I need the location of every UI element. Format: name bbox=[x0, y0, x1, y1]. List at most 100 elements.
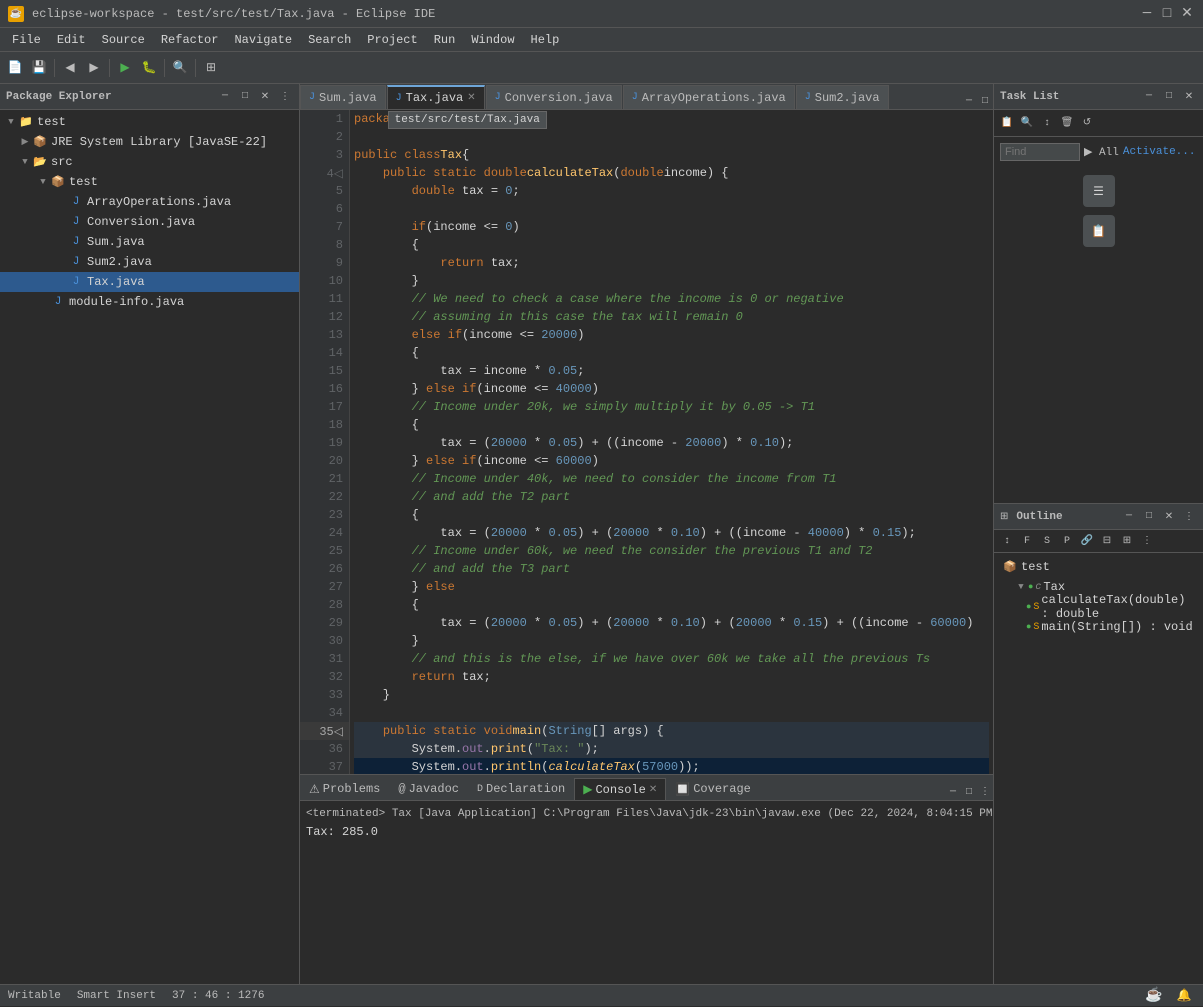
line-33: 33 bbox=[300, 686, 349, 704]
file-moduleinfo-icon: J bbox=[50, 294, 66, 310]
outline-title: Outline bbox=[1016, 511, 1117, 523]
editor-minimize[interactable]: ─ bbox=[961, 93, 977, 109]
tree-item-jre[interactable]: ▶ 📦 JRE System Library [JavaSE-22] bbox=[0, 132, 299, 152]
status-notification[interactable]: 🔔 bbox=[1173, 985, 1195, 1007]
outline-item-calculatetax[interactable]: ● S calculateTax(double) : double bbox=[998, 597, 1199, 617]
perspective-button[interactable]: ⊞ bbox=[200, 57, 222, 79]
outline-menu[interactable]: ⋮ bbox=[1181, 509, 1197, 525]
outline-collapse[interactable]: ⊟ bbox=[1098, 532, 1116, 550]
minimize-button[interactable]: ─ bbox=[1139, 6, 1155, 22]
outline-item-test[interactable]: 📦 test bbox=[998, 557, 1199, 577]
outline-link[interactable]: 🔗 bbox=[1078, 532, 1096, 550]
menu-file[interactable]: File bbox=[4, 31, 49, 49]
menu-navigate[interactable]: Navigate bbox=[226, 31, 300, 49]
task-list-close[interactable]: ✕ bbox=[1181, 89, 1197, 105]
outline-close[interactable]: ✕ bbox=[1161, 509, 1177, 525]
tree-item-project[interactable]: ▼ 📁 test bbox=[0, 112, 299, 132]
menu-project[interactable]: Project bbox=[359, 31, 425, 49]
run-button[interactable]: ▶ bbox=[114, 57, 136, 79]
search-button[interactable]: 🔍 bbox=[169, 57, 191, 79]
line-20: 20 bbox=[300, 452, 349, 470]
task-sort-btn[interactable]: ↕ bbox=[1038, 114, 1056, 132]
code-line-31: // and this is the else, if we have over… bbox=[354, 650, 989, 668]
tree-item-sum[interactable]: ▶ J Sum.java bbox=[0, 232, 299, 252]
line-22: 22 bbox=[300, 488, 349, 506]
tree-item-tax[interactable]: ▶ J Tax.java bbox=[0, 272, 299, 292]
task-find-input[interactable] bbox=[1000, 143, 1080, 161]
outline-panel: ⊞ Outline ─ □ ✕ ⋮ ↕ F S P 🔗 ⊟ ⊞ ⋮ bbox=[994, 504, 1203, 984]
outline-more[interactable]: ⋮ bbox=[1138, 532, 1156, 550]
tree-item-moduleinfo[interactable]: ▶ J module-info.java bbox=[0, 292, 299, 312]
outline-sort-btn[interactable]: ↕ bbox=[998, 532, 1016, 550]
window-controls[interactable]: ─ □ ✕ bbox=[1139, 6, 1195, 22]
line-31: 31 bbox=[300, 650, 349, 668]
code-line-11: // We need to check a case where the inc… bbox=[354, 290, 989, 308]
menu-help[interactable]: Help bbox=[523, 31, 568, 49]
tab-console[interactable]: ▶ Console ✕ bbox=[574, 778, 666, 800]
line-numbers: 1 2 3 4◁ 5 6 7 8 9 10 11 12 13 14 15 16 bbox=[300, 110, 350, 774]
outline-item-main[interactable]: ● S main(String[]) : void bbox=[998, 617, 1199, 637]
task-new-btn[interactable]: 📋 bbox=[998, 114, 1016, 132]
tab-conversion[interactable]: J Conversion.java bbox=[486, 85, 622, 109]
tab-tax-close[interactable]: ✕ bbox=[467, 92, 475, 104]
bottom-maximize[interactable]: □ bbox=[961, 784, 977, 800]
tree-item-test-pkg[interactable]: ▼ 📦 test bbox=[0, 172, 299, 192]
tab-problems[interactable]: ⚠ Problems bbox=[300, 778, 389, 800]
save-button[interactable]: 💾 bbox=[28, 57, 50, 79]
package-explorer-menu[interactable]: ⋮ bbox=[277, 89, 293, 105]
forward-button[interactable]: ▶ bbox=[83, 57, 105, 79]
menu-edit[interactable]: Edit bbox=[49, 31, 94, 49]
tab-console-close[interactable]: ✕ bbox=[649, 784, 657, 796]
bottom-minimize[interactable]: ─ bbox=[945, 784, 961, 800]
package-explorer-tree: ▼ 📁 test ▶ 📦 JRE System Library [JavaSE-… bbox=[0, 110, 299, 984]
tab-arrayops[interactable]: J ArrayOperations.java bbox=[623, 85, 795, 109]
code-line-26: // and add the T3 part bbox=[354, 560, 989, 578]
new-button[interactable]: 📄 bbox=[4, 57, 26, 79]
menu-source[interactable]: Source bbox=[94, 31, 153, 49]
task-filter-btn[interactable]: 🔍 bbox=[1018, 114, 1036, 132]
task-list-maximize[interactable]: □ bbox=[1161, 89, 1177, 105]
outline-hide-nonpublic[interactable]: P bbox=[1058, 532, 1076, 550]
task-list-minimize[interactable]: ─ bbox=[1141, 89, 1157, 105]
line-9: 9 bbox=[300, 254, 349, 272]
status-eclipse-icon[interactable]: ☕ bbox=[1143, 985, 1165, 1007]
writable-label: Writable bbox=[8, 990, 61, 1002]
tab-tax[interactable]: J Tax.java ✕ test/src/test/Tax.java bbox=[387, 85, 485, 109]
tab-declaration[interactable]: D Declaration bbox=[468, 778, 574, 800]
menu-window[interactable]: Window bbox=[463, 31, 522, 49]
tab-javadoc[interactable]: @ Javadoc bbox=[389, 778, 468, 800]
menu-refactor[interactable]: Refactor bbox=[153, 31, 227, 49]
outline-maximize[interactable]: □ bbox=[1141, 509, 1157, 525]
tree-item-sum2[interactable]: ▶ J Sum2.java bbox=[0, 252, 299, 272]
debug-button[interactable]: 🐛 bbox=[138, 57, 160, 79]
menu-search[interactable]: Search bbox=[300, 31, 359, 49]
file-tax-icon: J bbox=[68, 274, 84, 290]
code-line-25: // Income under 60k, we need the conside… bbox=[354, 542, 989, 560]
package-explorer-maximize[interactable]: □ bbox=[237, 89, 253, 105]
outline-hide-fields[interactable]: F bbox=[1018, 532, 1036, 550]
package-explorer-minimize[interactable]: ─ bbox=[217, 89, 233, 105]
package-explorer-close[interactable]: ✕ bbox=[257, 89, 273, 105]
tab-coverage[interactable]: 🔲 Coverage bbox=[666, 778, 760, 800]
editor-maximize[interactable]: □ bbox=[977, 93, 993, 109]
outline-hide-static[interactable]: S bbox=[1038, 532, 1056, 550]
close-button[interactable]: ✕ bbox=[1179, 6, 1195, 22]
tab-sum-label: Sum.java bbox=[319, 91, 377, 105]
tree-item-conversion[interactable]: ▶ J Conversion.java bbox=[0, 212, 299, 232]
tree-item-src[interactable]: ▼ 📂 src bbox=[0, 152, 299, 172]
task-del-btn[interactable]: 🗑 bbox=[1058, 114, 1076, 132]
outline-expand[interactable]: ⊞ bbox=[1118, 532, 1136, 550]
outline-calc-access: ● bbox=[1026, 602, 1031, 612]
activate-label[interactable]: Activate... bbox=[1123, 146, 1196, 158]
outline-minimize[interactable]: ─ bbox=[1121, 509, 1137, 525]
tree-item-arrayops[interactable]: ▶ J ArrayOperations.java bbox=[0, 192, 299, 212]
back-button[interactable]: ◀ bbox=[59, 57, 81, 79]
task-refresh-btn[interactable]: ↺ bbox=[1078, 114, 1096, 132]
code-editor[interactable]: 1 2 3 4◁ 5 6 7 8 9 10 11 12 13 14 15 16 bbox=[300, 110, 993, 774]
tab-sum2[interactable]: J Sum2.java bbox=[796, 85, 889, 109]
menu-run[interactable]: Run bbox=[426, 31, 464, 49]
code-content[interactable]: package test; public class Tax { public … bbox=[350, 110, 993, 774]
tab-sum[interactable]: J Sum.java bbox=[300, 85, 386, 109]
maximize-button[interactable]: □ bbox=[1159, 6, 1175, 22]
bottom-menu[interactable]: ⋮ bbox=[977, 784, 993, 800]
